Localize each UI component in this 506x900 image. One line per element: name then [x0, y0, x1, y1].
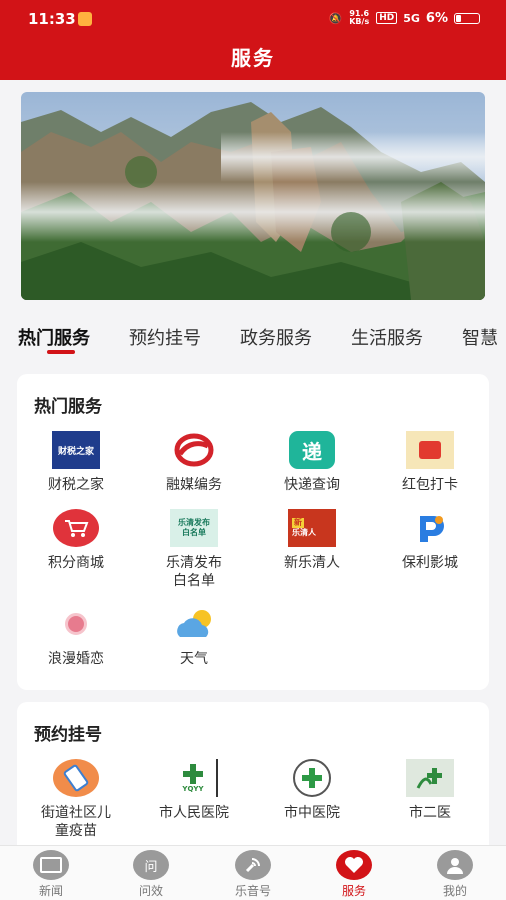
mute-icon: 🔕 [328, 11, 343, 25]
service-weather[interactable]: 天气 [135, 604, 253, 668]
news-icon [33, 850, 69, 880]
tab-appointment[interactable]: 预约挂号 [129, 324, 201, 350]
express-icon: 递 [288, 430, 336, 470]
status-bar: 11:33 🔕 91.6 KB/s HD 5G 6% [0, 8, 506, 32]
service-label: 乐清发布白名单 [166, 555, 222, 589]
hot-services-card: 热门服务 财税之家 财税之家 融媒编务 递 快递查询 红包打卡 积分商城 乐清发… [17, 374, 489, 690]
notification-icon [78, 12, 92, 26]
service-label: 红包打卡 [402, 477, 458, 493]
appointment-title: 预约挂号 [34, 725, 102, 745]
top-bar: 11:33 🔕 91.6 KB/s HD 5G 6% 服务 [0, 0, 506, 80]
tab-life-services[interactable]: 生活服务 [351, 324, 423, 350]
nav-ask[interactable]: 问 问效 [111, 850, 191, 899]
service-label: 融媒编务 [166, 477, 222, 493]
whitelist-icon: 乐清发布 白名单 [170, 508, 218, 548]
nav-news[interactable]: 新闻 [11, 850, 91, 899]
hot-services-title: 热门服务 [34, 397, 102, 417]
romance-icon [52, 604, 100, 644]
service-label: 市人民医院 [159, 805, 229, 821]
battery-percent: 6% [425, 10, 448, 26]
status-right: 🔕 91.6 KB/s HD 5G 6% [329, 10, 480, 26]
tcm-hospital-icon [288, 758, 336, 798]
vaccine-icon [52, 758, 100, 798]
red-envelope-icon [406, 430, 454, 470]
service-new-resident[interactable]: 新乐清人 新乐清人 [253, 508, 371, 572]
service-label: 保利影城 [402, 555, 458, 571]
nav-label: 问效 [138, 884, 163, 898]
signal-indicator: 5G [403, 11, 420, 25]
service-label: 积分商城 [48, 555, 104, 571]
service-peoples-hospital[interactable]: YQYY 市人民医院 [135, 758, 253, 822]
service-poly-cinema[interactable]: 保利影城 [371, 508, 489, 572]
service-child-vaccine[interactable]: 街道社区儿童疫苗 [17, 758, 135, 840]
nav-profile[interactable]: 我的 [415, 850, 495, 899]
new-resident-icon: 新乐清人 [288, 508, 336, 548]
mountain-landscape-image [21, 92, 485, 300]
service-label: 浪漫婚恋 [48, 651, 104, 667]
profile-icon [437, 850, 473, 880]
service-label: 市二医 [409, 805, 451, 821]
category-tabs: 热门服务 预约挂号 政务服务 生活服务 智慧 [0, 318, 506, 362]
service-romance[interactable]: 浪漫婚恋 [17, 604, 135, 668]
nav-label: 乐音号 [234, 884, 271, 898]
service-second-hospital[interactable]: 市二医 [371, 758, 489, 822]
ask-icon: 问 [133, 850, 169, 880]
cart-icon [52, 508, 100, 548]
tab-government-services[interactable]: 政务服务 [240, 324, 312, 350]
media-icon [170, 430, 218, 470]
nav-label: 新闻 [38, 884, 63, 898]
service-label: 天气 [180, 651, 208, 667]
tab-hot-services[interactable]: 热门服务 [18, 324, 90, 350]
service-media-editing[interactable]: 融媒编务 [135, 430, 253, 494]
net-speed: 91.6 KB/s [349, 9, 370, 26]
hd-badge: HD [376, 12, 398, 24]
cinema-icon [406, 508, 454, 548]
status-time: 11:33 [28, 10, 76, 28]
service-tax-home[interactable]: 财税之家 财税之家 [17, 430, 135, 494]
tax-home-icon: 财税之家 [52, 430, 100, 470]
battery-icon [454, 12, 480, 24]
service-label: 街道社区儿童疫苗 [41, 805, 111, 839]
second-hospital-icon [406, 758, 454, 798]
nav-label: 服务 [341, 884, 366, 898]
banner-image[interactable] [21, 92, 485, 300]
service-label: 市中医院 [284, 805, 340, 821]
nav-label: 我的 [442, 884, 467, 898]
bottom-navigation: 新闻 问 问效 乐音号 服务 我的 [0, 845, 506, 900]
appointment-card: 预约挂号 街道社区儿童疫苗 YQYY 市人民医院 市中医院 市二医 [17, 702, 489, 862]
service-heart-icon [336, 850, 372, 880]
service-label: 财税之家 [48, 477, 104, 493]
service-points-mall[interactable]: 积分商城 [17, 508, 135, 572]
service-label: 快递查询 [284, 477, 340, 493]
service-whitelist[interactable]: 乐清发布 白名单 乐清发布白名单 [135, 508, 253, 590]
tab-smart[interactable]: 智慧 [462, 324, 498, 350]
nav-audio[interactable]: 乐音号 [213, 850, 293, 899]
service-tcm-hospital[interactable]: 市中医院 [253, 758, 371, 822]
page-title: 服务 [231, 46, 275, 70]
active-tab-indicator [47, 350, 75, 354]
peoples-hospital-icon: YQYY [170, 758, 218, 798]
nav-service[interactable]: 服务 [314, 850, 394, 899]
service-red-envelope[interactable]: 红包打卡 [371, 430, 489, 494]
service-label: 新乐清人 [284, 555, 340, 571]
weather-icon [170, 604, 218, 644]
service-express-query[interactable]: 递 快递查询 [253, 430, 371, 494]
audio-icon [235, 850, 271, 880]
